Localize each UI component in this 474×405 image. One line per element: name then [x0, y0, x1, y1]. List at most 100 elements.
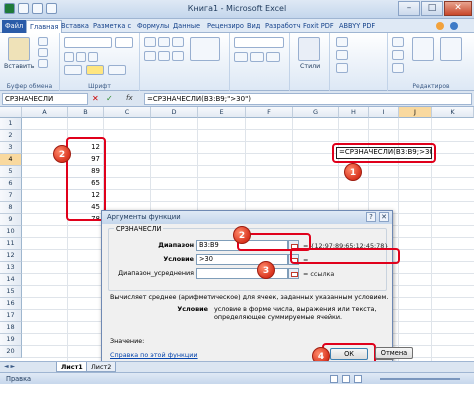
column-header-j[interactable]: J	[399, 107, 432, 118]
tab-foxit-pdf[interactable]: Foxit PDF	[300, 20, 337, 33]
column-header-h[interactable]: H	[339, 107, 369, 118]
collapse-dialog-icon[interactable]	[288, 268, 299, 279]
insert-function-button[interactable]: fx	[126, 93, 142, 105]
row-header[interactable]: 9	[0, 214, 22, 226]
row-header[interactable]: 6	[0, 178, 22, 190]
tab-data[interactable]: Данные	[170, 20, 203, 33]
page-break-view-icon[interactable]	[354, 375, 362, 383]
enter-entry-icon[interactable]: ✓	[106, 94, 115, 103]
formula-input[interactable]: =СРЗНАЧЕСЛИ(B3:B9;">30")	[144, 93, 472, 105]
sort-filter-icon[interactable]	[412, 37, 434, 61]
row-header[interactable]: 2	[0, 130, 22, 142]
insert-cells-icon[interactable]	[336, 37, 348, 47]
cancel-entry-icon[interactable]: ✕	[92, 94, 101, 103]
row-header[interactable]: 19	[0, 334, 22, 346]
column-header-d[interactable]: D	[151, 107, 198, 118]
fill-icon[interactable]	[392, 50, 404, 60]
paste-icon[interactable]	[8, 37, 30, 61]
row-header[interactable]: 3	[0, 142, 22, 154]
row-header[interactable]: 7	[0, 190, 22, 202]
tab-page-layout[interactable]: Разметка с	[90, 20, 134, 33]
row-header[interactable]: 1	[0, 118, 22, 130]
borders-icon[interactable]	[64, 65, 82, 75]
column-header-g[interactable]: G	[293, 107, 339, 118]
column-header-k[interactable]: K	[432, 107, 474, 118]
copy-icon[interactable]	[38, 48, 48, 57]
font-color-icon[interactable]	[108, 65, 126, 75]
dialog-close-button[interactable]: ✕	[379, 212, 389, 222]
row-header[interactable]: 18	[0, 322, 22, 334]
tab-abbyy-pdf[interactable]: ABBYY PDF	[336, 20, 378, 33]
wrap-merge-icon[interactable]	[190, 37, 220, 61]
select-all-corner[interactable]	[0, 107, 22, 118]
column-header-i[interactable]: I	[369, 107, 399, 118]
number-format-select[interactable]	[234, 37, 284, 48]
dialog-cancel-button[interactable]: Отмена	[375, 347, 413, 359]
paste-label[interactable]: Вставить	[4, 63, 35, 70]
italic-icon[interactable]	[76, 52, 86, 62]
tab-file[interactable]: Файл	[2, 20, 27, 33]
minimize-button[interactable]: –	[398, 1, 420, 16]
row-header[interactable]: 5	[0, 166, 22, 178]
align-bottom-icon[interactable]	[172, 37, 184, 47]
clear-icon[interactable]	[392, 63, 404, 73]
dialog-help-button[interactable]: ?	[366, 212, 376, 222]
row-header[interactable]: 11	[0, 238, 22, 250]
column-header-a[interactable]: A	[22, 107, 68, 118]
format-painter-icon[interactable]	[38, 59, 48, 68]
cut-icon[interactable]	[38, 37, 48, 46]
row-header[interactable]: 20	[0, 346, 22, 358]
tab-formulas[interactable]: Формулы	[134, 20, 172, 33]
delete-cells-icon[interactable]	[336, 50, 348, 60]
find-select-icon[interactable]	[440, 37, 462, 61]
tab-developer[interactable]: Разработч	[262, 20, 304, 33]
tab-insert[interactable]: Вставка	[58, 20, 92, 33]
tab-view[interactable]: Вид	[244, 20, 263, 33]
row-header[interactable]: 17	[0, 310, 22, 322]
sheet-tab-1[interactable]: Лист1	[56, 362, 88, 372]
format-cells-icon[interactable]	[336, 63, 348, 73]
column-header-c[interactable]: C	[104, 107, 151, 118]
row-header[interactable]: 8	[0, 202, 22, 214]
minimize-ribbon-icon[interactable]	[436, 22, 444, 30]
page-layout-view-icon[interactable]	[342, 375, 350, 383]
column-header-e[interactable]: E	[198, 107, 246, 118]
autosum-icon[interactable]	[392, 37, 404, 47]
row-header[interactable]: 4	[0, 154, 22, 166]
tab-home[interactable]: Главная	[26, 20, 63, 33]
row-header[interactable]: 16	[0, 298, 22, 310]
row-header[interactable]: 10	[0, 226, 22, 238]
currency-icon[interactable]	[234, 52, 248, 62]
styles-label[interactable]: Стили	[300, 63, 320, 70]
row-header[interactable]: 13	[0, 262, 22, 274]
align-middle-icon[interactable]	[158, 37, 170, 47]
help-icon[interactable]	[450, 22, 458, 30]
font-size-select[interactable]	[115, 37, 133, 48]
percent-icon[interactable]	[250, 52, 264, 62]
column-header-b[interactable]: B	[68, 107, 104, 118]
bold-icon[interactable]	[64, 52, 74, 62]
tab-review[interactable]: Рецензиро	[204, 20, 247, 33]
normal-view-icon[interactable]	[330, 375, 338, 383]
row-header[interactable]: 14	[0, 274, 22, 286]
underline-icon[interactable]	[88, 52, 98, 62]
row-header[interactable]: 12	[0, 250, 22, 262]
name-box[interactable]: СРЗНАЧЕСЛИ	[2, 93, 88, 105]
zoom-slider[interactable]	[380, 378, 460, 380]
sheet-nav-icon[interactable]: ◄ ►	[4, 363, 15, 370]
align-top-icon[interactable]	[144, 37, 156, 47]
comma-icon[interactable]	[266, 52, 280, 62]
close-button[interactable]: ✕	[444, 1, 472, 16]
column-header-f[interactable]: F	[246, 107, 293, 118]
sheet-tab-2[interactable]: Лист2	[86, 362, 117, 372]
font-name-select[interactable]	[64, 37, 112, 48]
help-link[interactable]: Справка по этой функции	[110, 351, 198, 359]
styles-icon[interactable]	[298, 37, 320, 61]
arg-input-criteria[interactable]: >30	[196, 254, 288, 265]
row-header[interactable]: 15	[0, 286, 22, 298]
maximize-button[interactable]: □	[421, 1, 443, 16]
align-right-icon[interactable]	[172, 51, 184, 61]
align-left-icon[interactable]	[144, 51, 156, 61]
fill-color-icon[interactable]	[86, 65, 104, 75]
align-center-icon[interactable]	[158, 51, 170, 61]
